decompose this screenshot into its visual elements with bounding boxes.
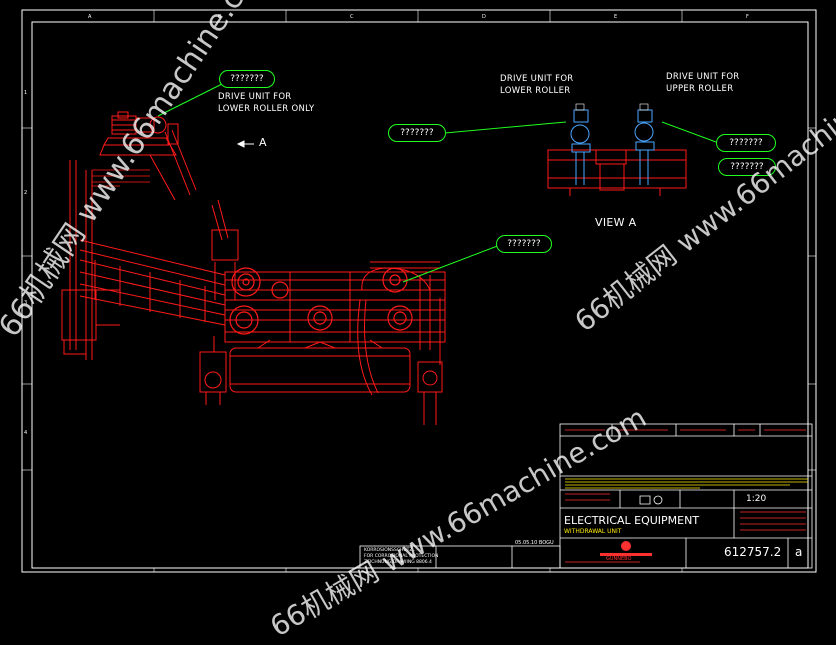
label-line-1: DRIVE UNIT FOR — [500, 74, 574, 84]
drawing-revision: a — [795, 545, 803, 559]
drawing-subtitle: WITHDRAWAL UNIT — [564, 528, 622, 535]
company-name: GUNNEBO — [606, 556, 632, 562]
title-block-notes — [565, 478, 808, 489]
callout-drive-left: ??????? — [219, 70, 275, 88]
arrow-a — [236, 140, 254, 148]
grid-label-left-1: 1 — [24, 90, 28, 96]
grid-label-top-e: E — [614, 14, 618, 20]
grid-label-left-4: 4 — [24, 430, 28, 436]
label-line-1: DRIVE UNIT FOR — [666, 72, 740, 82]
view-a-label: VIEW A — [595, 216, 637, 229]
drawing-number: 612757.2 — [724, 545, 782, 559]
view-a-drawing — [547, 149, 687, 196]
left-leg-assembly — [199, 336, 227, 405]
rollers — [229, 267, 413, 335]
label-drive-unit-lower-roller-only: DRIVE UNIT FOR LOWER ROLLER ONLY — [218, 91, 315, 115]
callout-view-a-left: ??????? — [388, 124, 446, 142]
label-line-2: LOWER ROLLER — [500, 86, 571, 96]
company-logo-icon — [600, 541, 652, 556]
arrow-a-label: A — [259, 136, 267, 149]
label-drive-unit-upper-roller: DRIVE UNIT FOR UPPER ROLLER — [666, 71, 740, 95]
grid-label-left-2: 2 — [24, 190, 28, 196]
view-a-accents — [575, 103, 649, 111]
drawing-scale: 1:20 — [746, 494, 767, 504]
grid-label-top-a: A — [88, 14, 92, 20]
label-drive-unit-lower-roller: DRIVE UNIT FOR LOWER ROLLER — [500, 73, 574, 97]
view-a-motors — [570, 109, 655, 185]
label-line-2: UPPER ROLLER — [666, 84, 734, 94]
grid-label-top-f: F — [746, 14, 749, 20]
date-block: 05.05.10 BOGU — [515, 540, 554, 546]
grid-label-top-c: C — [350, 14, 354, 20]
label-line-1: DRIVE UNIT FOR — [218, 92, 292, 102]
label-line-2: LOWER ROLLER ONLY — [218, 104, 315, 114]
lower-drum — [229, 339, 411, 393]
grid-label-top-d: D — [482, 14, 486, 20]
callout-conveyor: ??????? — [496, 235, 552, 253]
conveyor-inclined-section — [79, 239, 226, 326]
projection-symbol-icon — [639, 495, 663, 505]
drawing-title: ELECTRICAL EQUIPMENT — [564, 514, 700, 527]
